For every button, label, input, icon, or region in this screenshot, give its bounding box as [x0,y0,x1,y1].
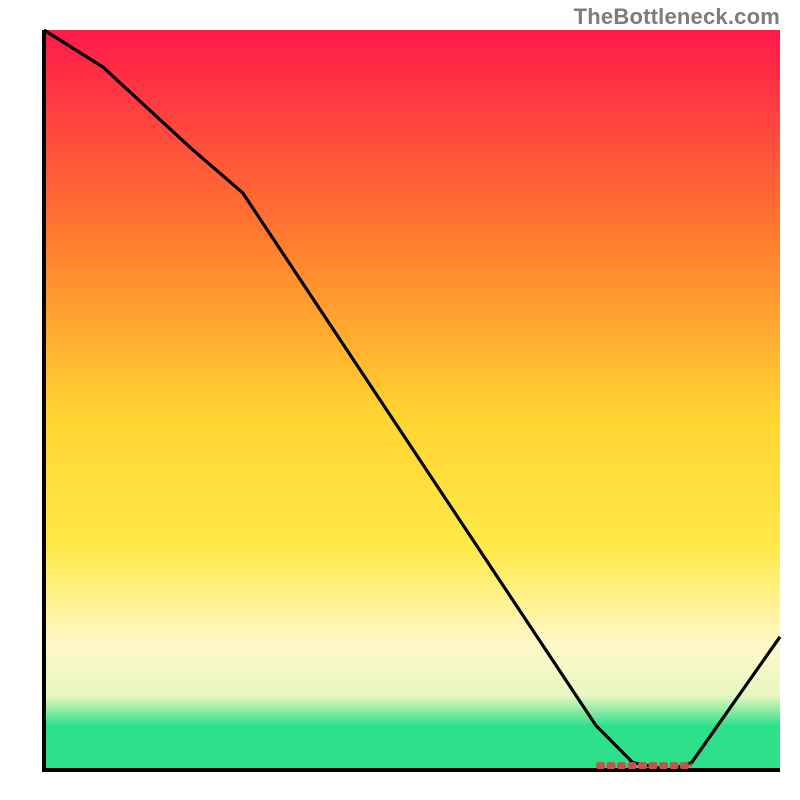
optimum-marker [596,762,692,769]
plot-background [44,30,780,770]
optimum-marker-segment [691,762,692,769]
optimum-marker-segment [607,762,616,769]
optimum-marker-segment [670,762,679,769]
bottleneck-chart [0,0,800,800]
optimum-marker-segment [596,762,605,769]
optimum-marker-segment [649,762,658,769]
optimum-marker-segment [659,762,668,769]
optimum-marker-segment [680,762,689,769]
optimum-marker-segment [628,762,637,769]
optimum-marker-segment [617,762,626,769]
chart-stage: TheBottleneck.com [0,0,800,800]
optimum-marker-segment [638,762,647,769]
